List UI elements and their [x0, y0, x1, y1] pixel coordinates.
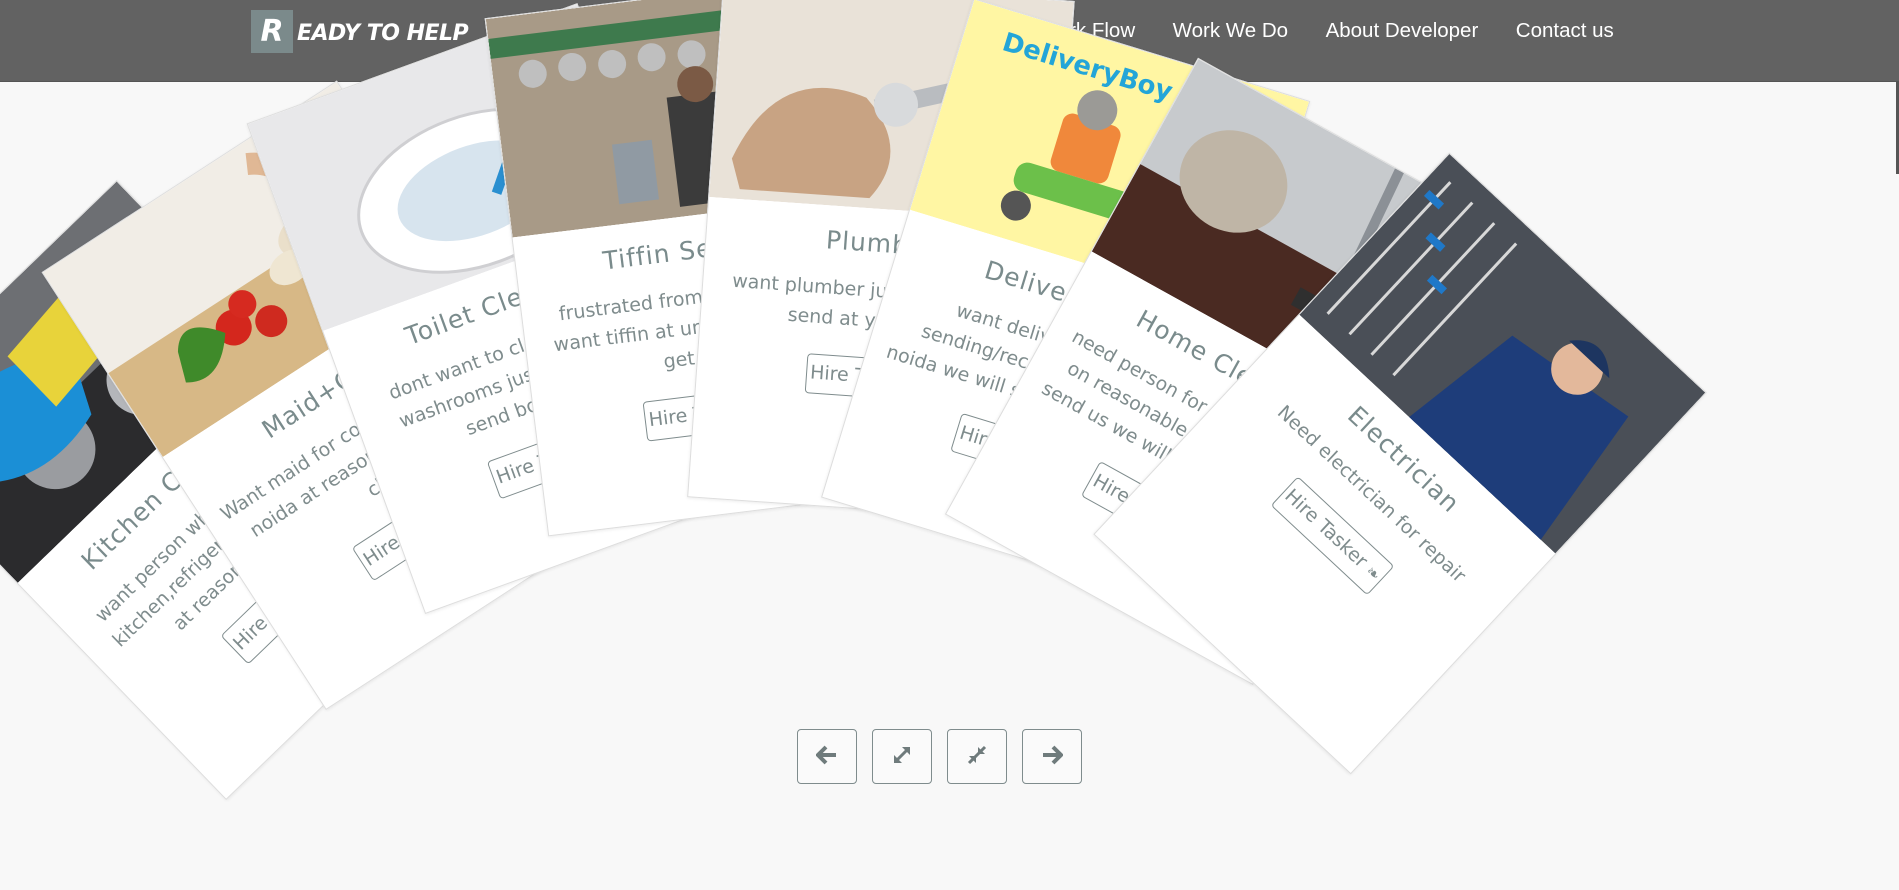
next-button[interactable]: [1022, 729, 1082, 784]
arrow-left-icon: [815, 745, 838, 769]
compress-button[interactable]: [947, 729, 1007, 784]
carousel-controls: [797, 729, 1082, 784]
expand-button[interactable]: [872, 729, 932, 784]
leaf-icon: ❧: [1361, 561, 1385, 585]
prev-button[interactable]: [797, 729, 857, 784]
expand-icon: [891, 744, 913, 770]
compress-icon: [966, 744, 988, 770]
arrow-right-icon: [1041, 745, 1064, 769]
